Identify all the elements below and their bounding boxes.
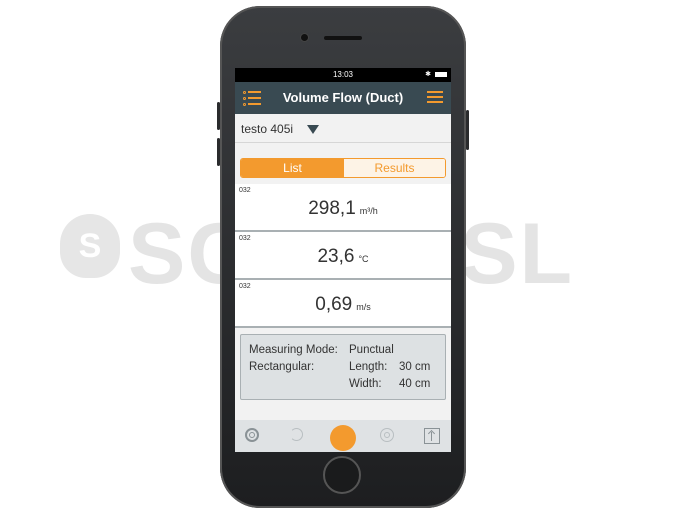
watermark-logo-letter: S xyxy=(78,227,102,265)
tab-list[interactable]: List xyxy=(241,159,344,177)
undo-icon[interactable] xyxy=(290,428,303,441)
dropdown-arrow-icon xyxy=(307,125,319,134)
volume-down-button xyxy=(217,138,220,166)
status-time: 13:03 xyxy=(332,70,354,79)
settings-icon[interactable] xyxy=(245,428,259,442)
reading-unit: m/s xyxy=(356,302,371,312)
width-value: 40 cm xyxy=(399,378,431,390)
app-screen: 13:03 ✱ Volume Flow (Duct) testo 405i Li… xyxy=(235,68,451,452)
watermark-logo: S xyxy=(60,214,120,278)
reading-unit: °C xyxy=(358,254,369,264)
export-icon[interactable] xyxy=(424,428,440,444)
reading-temperature[interactable]: 032 23,6 °C xyxy=(235,232,451,280)
measurement-settings-box: Measuring Mode: Punctual Rectangular: Le… xyxy=(240,334,446,400)
status-bar: 13:03 ✱ xyxy=(235,68,451,82)
reading-channel: 032 xyxy=(239,235,251,242)
reading-unit: m³/h xyxy=(359,206,378,216)
app-header: Volume Flow (Duct) xyxy=(235,82,451,114)
device-name: testo 405i xyxy=(241,122,294,136)
device-selector[interactable]: testo 405i xyxy=(235,114,451,143)
length-value: 30 cm xyxy=(399,361,431,373)
reading-channel: 032 xyxy=(239,187,251,194)
record-button[interactable] xyxy=(330,425,356,451)
measuring-mode-value: Punctual xyxy=(349,344,394,356)
battery-icon xyxy=(435,72,447,77)
readings-list: 032 298,1 m³/h 032 23,6 °C 032 0,69 m/s xyxy=(235,184,451,328)
phone-frame: 13:03 ✱ Volume Flow (Duct) testo 405i Li… xyxy=(217,6,469,508)
page-title: Volume Flow (Duct) xyxy=(282,90,404,105)
measuring-mode-label: Measuring Mode: xyxy=(249,344,338,356)
bottom-toolbar xyxy=(235,420,451,452)
front-camera xyxy=(301,34,308,41)
bluetooth-icon: ✱ xyxy=(425,71,431,78)
view-tabs: List Results xyxy=(240,158,446,178)
reading-value: 23,6 xyxy=(317,246,355,267)
length-label: Length: xyxy=(349,361,388,373)
reading-volume-flow[interactable]: 032 298,1 m³/h xyxy=(235,184,451,232)
tab-results[interactable]: Results xyxy=(344,159,445,177)
width-label: Width: xyxy=(349,378,382,390)
shape-label: Rectangular: xyxy=(249,361,315,373)
earpiece-speaker xyxy=(324,36,362,40)
reading-channel: 032 xyxy=(239,283,251,290)
power-button xyxy=(466,110,469,150)
menu-icon[interactable] xyxy=(427,91,443,105)
target-icon[interactable] xyxy=(380,428,394,442)
home-button[interactable] xyxy=(323,456,361,494)
reading-value: 0,69 xyxy=(315,294,353,315)
reading-velocity[interactable]: 032 0,69 m/s xyxy=(235,280,451,328)
volume-up-button xyxy=(217,102,220,130)
reading-value: 298,1 xyxy=(308,198,356,219)
